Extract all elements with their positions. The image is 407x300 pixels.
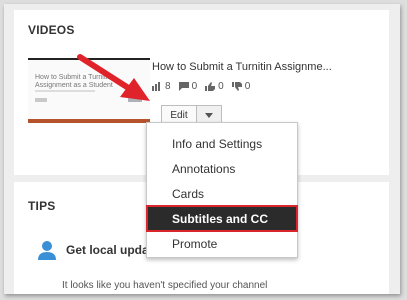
- likes-stat: 0: [205, 81, 224, 92]
- user-icon: [38, 241, 56, 260]
- tip-item: Get local upda: [38, 240, 149, 260]
- edit-dropdown-menu: Info and Settings Annotations Cards Subt…: [146, 122, 298, 258]
- thumbnail-bar: [28, 119, 150, 123]
- likes-count: 0: [218, 81, 224, 92]
- menu-item-subtitles-and-cc[interactable]: Subtitles and CC: [146, 205, 298, 232]
- screenshot-frame: VIDEOS How to Submit a Turnitin Assignme…: [4, 4, 400, 294]
- views-stat: 8: [152, 81, 171, 92]
- dislikes-count: 0: [244, 81, 251, 92]
- dislike-icon: [231, 82, 242, 91]
- comments-stat: 0: [178, 81, 198, 92]
- videos-heading: VIDEOS: [28, 23, 75, 37]
- comments-count: 0: [191, 81, 198, 92]
- menu-item-promote[interactable]: Promote: [147, 231, 297, 256]
- tip-title: Get local upda: [66, 243, 149, 257]
- like-icon: [205, 82, 216, 91]
- menu-item-info-and-settings[interactable]: Info and Settings: [147, 131, 297, 156]
- thumbnail-logo: [35, 98, 47, 102]
- video-title[interactable]: How to Submit a Turnitin Assignme...: [152, 61, 332, 73]
- red-arrow: [77, 54, 150, 101]
- views-count: 8: [165, 81, 171, 92]
- video-stats: 8 0 0 0: [152, 81, 250, 92]
- menu-item-cards[interactable]: Cards: [147, 181, 297, 206]
- caret-down-icon: [205, 113, 213, 118]
- comment-icon: [178, 82, 189, 91]
- tip-description: It looks like you haven't specified your…: [62, 280, 268, 291]
- menu-item-annotations[interactable]: Annotations: [147, 156, 297, 181]
- dislikes-stat: 0: [231, 81, 251, 92]
- tips-heading: TIPS: [28, 199, 56, 213]
